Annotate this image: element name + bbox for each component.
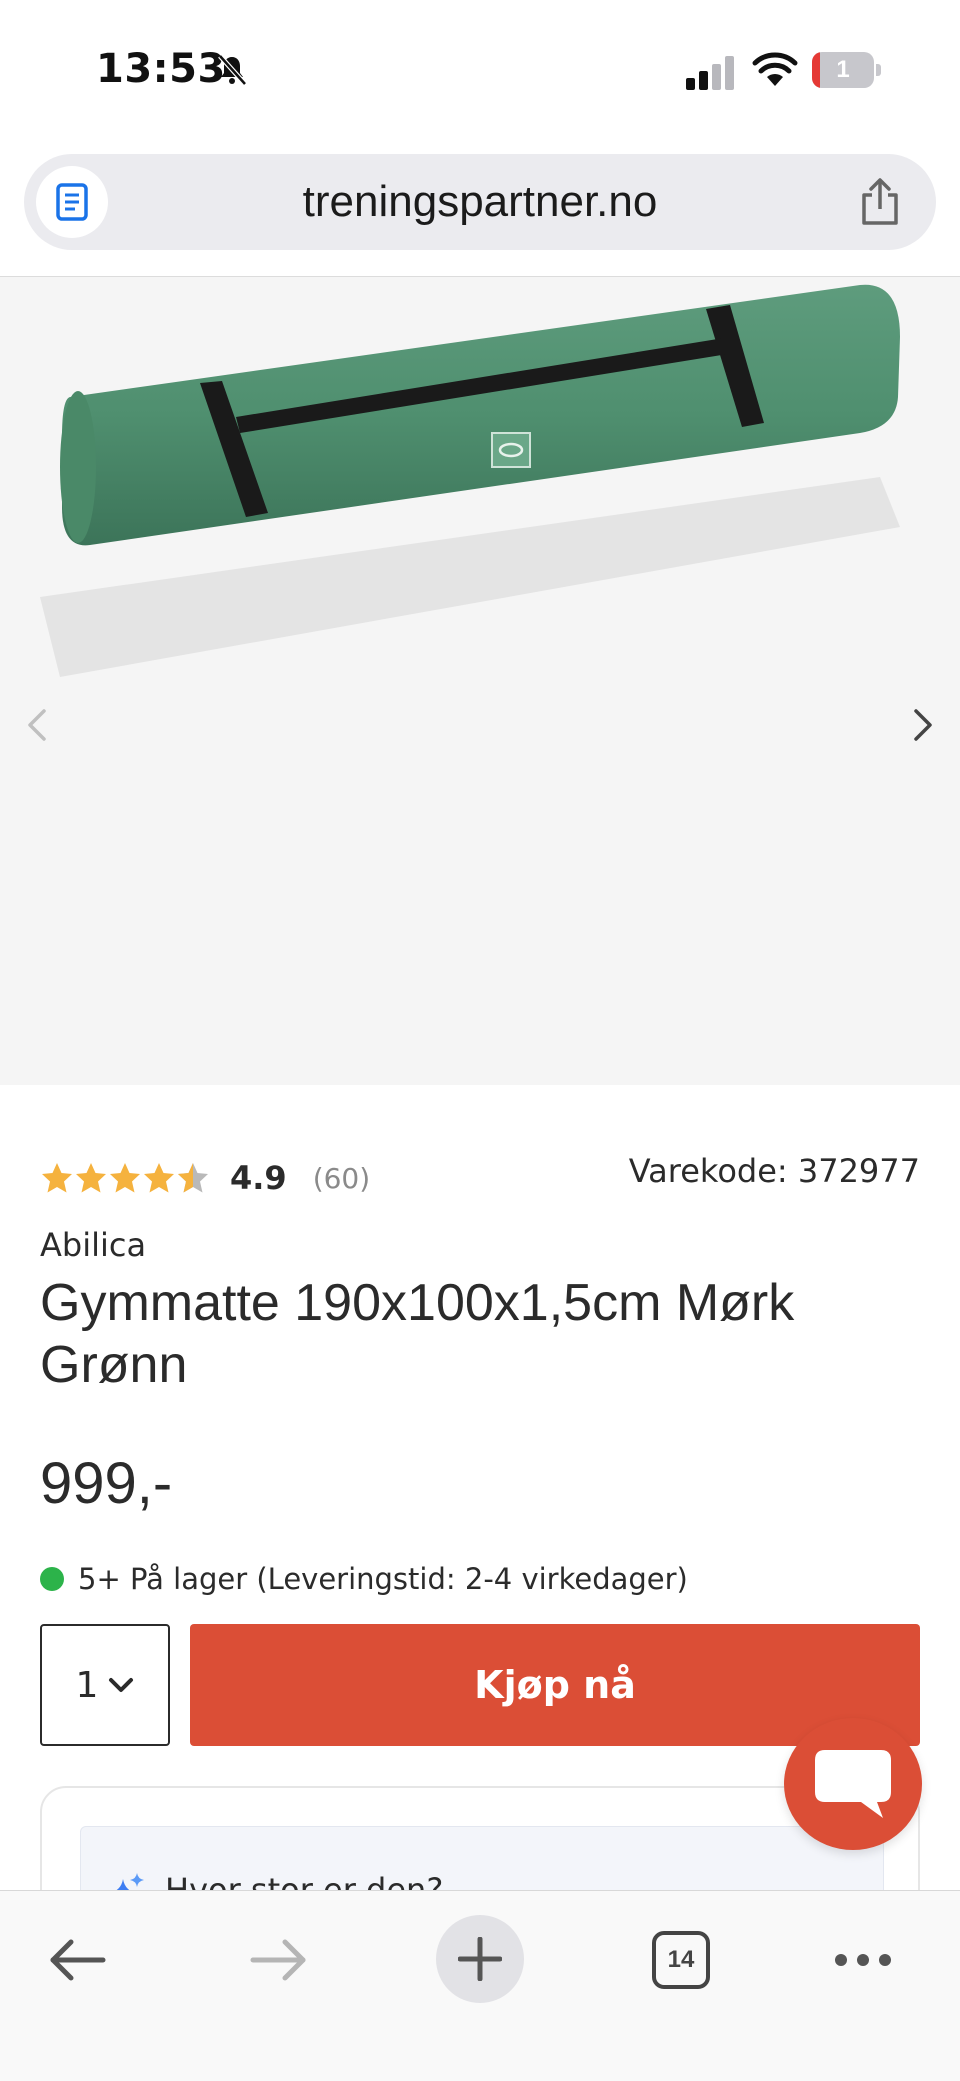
chat-button[interactable] — [784, 1718, 922, 1850]
battery-level: 1 — [836, 56, 850, 83]
status-time: 13:53 — [96, 46, 226, 92]
rating-value: 4.9 — [230, 1159, 287, 1197]
reader-icon — [56, 183, 88, 221]
brand-name[interactable]: Abilica — [40, 1226, 146, 1264]
share-button[interactable] — [850, 172, 910, 232]
wifi-icon — [752, 52, 798, 86]
address-bar[interactable]: treningspartner.no — [24, 154, 936, 250]
plus-icon — [458, 1937, 502, 1981]
bell-muted-icon — [218, 54, 247, 86]
browser-toolbar: 14 — [0, 1890, 960, 2081]
in-stock-dot-icon — [40, 1567, 64, 1591]
status-bar: 13:53 1 — [0, 0, 960, 140]
url-text[interactable]: treningspartner.no — [124, 154, 836, 250]
forward-button[interactable] — [234, 1915, 324, 2005]
share-icon — [862, 178, 898, 225]
review-count[interactable]: (60) — [313, 1162, 370, 1195]
star-icon — [110, 1163, 140, 1193]
stock-status: 5+ På lager (Leveringstid: 2-4 virkedage… — [40, 1562, 688, 1596]
battery-icon: 1 — [812, 52, 882, 88]
rating-row[interactable]: 4.9 (60) — [40, 1156, 370, 1200]
arrow-right-icon — [250, 1939, 306, 1981]
chevron-down-icon — [109, 1678, 134, 1692]
arrow-left-icon — [50, 1939, 106, 1981]
tabs-button[interactable]: 14 — [636, 1915, 726, 2005]
star-icon — [144, 1163, 174, 1193]
more-button[interactable] — [818, 1915, 908, 2005]
sku-label: Varekode: 372977 — [628, 1152, 920, 1190]
star-icon — [76, 1163, 106, 1193]
star-icon — [42, 1163, 72, 1193]
half-star-icon — [178, 1163, 208, 1193]
stock-text: 5+ På lager (Leveringstid: 2-4 virkedage… — [78, 1562, 688, 1596]
new-tab-button[interactable] — [436, 1915, 524, 2003]
buy-now-label: Kjøp nå — [474, 1663, 636, 1707]
product-title: Gymmatte 190x100x1,5cm Mørk Grønn — [40, 1274, 795, 1394]
next-image-arrow-icon[interactable] — [908, 705, 938, 745]
buy-now-button[interactable]: Kjøp nå — [190, 1624, 920, 1746]
previous-image-arrow-icon[interactable] — [22, 705, 52, 745]
chat-icon — [815, 1750, 891, 1818]
product-image-gallery[interactable] — [0, 277, 960, 1085]
reader-mode-button[interactable] — [36, 166, 108, 238]
product-price: 999,- — [40, 1451, 173, 1516]
rating-stars — [40, 1161, 210, 1195]
back-button[interactable] — [32, 1915, 122, 2005]
product-image — [40, 284, 900, 677]
quantity-select[interactable]: 1 — [40, 1624, 170, 1746]
more-dots-icon — [835, 1954, 891, 1966]
signal-icon — [686, 56, 734, 90]
quantity-value: 1 — [75, 1664, 99, 1706]
tab-count: 14 — [652, 1931, 710, 1989]
